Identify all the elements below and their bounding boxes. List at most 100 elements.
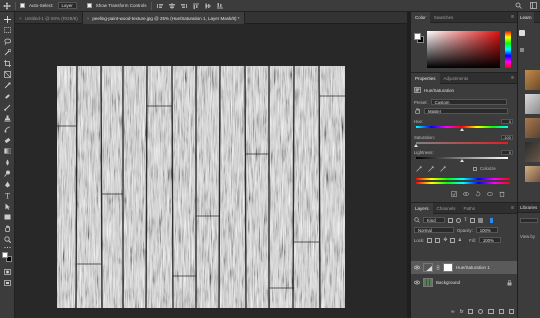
hue-slider[interactable]: [505, 31, 511, 68]
tab-layers[interactable]: Layers: [411, 202, 433, 214]
show-transform-checkbox[interactable]: [86, 3, 92, 8]
quick-selection-tool-icon[interactable]: [3, 48, 12, 56]
tutorial-thumbnail[interactable]: [525, 166, 540, 182]
hand-adjust-icon[interactable]: [414, 108, 421, 114]
hue-slider-thumb[interactable]: [460, 128, 464, 131]
lock-artboard-icon[interactable]: [450, 237, 456, 243]
link-layers-icon[interactable]: ∞: [451, 309, 455, 315]
filter-shape-icon[interactable]: [470, 217, 476, 223]
tab-adjustments[interactable]: Adjustments: [440, 73, 473, 84]
blur-tool-icon[interactable]: [3, 158, 12, 166]
close-icon[interactable]: ×: [87, 16, 90, 21]
auto-select-target-dropdown[interactable]: Layer: [57, 2, 77, 9]
align-icon[interactable]: [204, 2, 212, 10]
opacity-field[interactable]: 100%: [475, 227, 498, 233]
learn-icon[interactable]: [520, 48, 524, 52]
hue-value[interactable]: 0: [501, 119, 513, 124]
layer-mask-thumbnail[interactable]: [443, 263, 453, 272]
tab-peeling-paint-wood-texture[interactable]: × peeling-paint-wood-texture.jpg @ 25% (…: [82, 12, 245, 24]
tutorial-thumbnail[interactable]: [525, 142, 540, 162]
lock-all-icon[interactable]: 🔒︎: [458, 237, 461, 243]
align-icon[interactable]: [192, 2, 200, 10]
tab-color[interactable]: Color: [411, 11, 430, 23]
tutorial-thumbnail[interactable]: [525, 118, 540, 138]
dodge-tool-icon[interactable]: [3, 169, 12, 177]
learn-icon[interactable]: [519, 30, 525, 36]
new-layer-icon[interactable]: [499, 309, 505, 314]
filter-toggle-icon[interactable]: [490, 217, 494, 223]
link-icon[interactable]: [436, 265, 440, 270]
blend-mode-dropdown[interactable]: Normal: [414, 227, 454, 233]
quick-mask-icon[interactable]: [3, 268, 12, 276]
hand-tool-icon[interactable]: [3, 224, 12, 232]
align-icon[interactable]: [180, 2, 188, 10]
auto-select-checkbox[interactable]: [20, 3, 25, 8]
layer-row-background[interactable]: Background: [411, 276, 517, 289]
more-tools-icon[interactable]: [3, 243, 12, 251]
screen-mode-icon[interactable]: [3, 279, 12, 287]
eraser-tool-icon[interactable]: [3, 136, 12, 144]
foreground-color-swatch[interactable]: [2, 252, 8, 258]
new-adjustment-icon[interactable]: [478, 309, 484, 314]
saturation-slider-track[interactable]: [416, 142, 508, 144]
canvas-area[interactable]: [15, 25, 407, 318]
lock-pixels-icon[interactable]: [435, 237, 441, 243]
channel-dropdown[interactable]: Master: [424, 108, 508, 114]
marquee-tool-icon[interactable]: [3, 26, 12, 34]
add-mask-icon[interactable]: [468, 309, 474, 314]
lasso-tool-icon[interactable]: [3, 37, 12, 45]
tutorial-thumbnail[interactable]: [525, 70, 540, 90]
lock-position-icon[interactable]: ✥: [443, 237, 447, 243]
clip-to-layer-icon[interactable]: [451, 191, 457, 197]
tab-channels[interactable]: Channels: [433, 203, 460, 214]
library-dropdown[interactable]: [520, 218, 538, 223]
search-icon[interactable]: [514, 2, 522, 10]
pen-tool-icon[interactable]: [3, 180, 12, 188]
eyedropper-tool-icon[interactable]: [3, 81, 12, 89]
preset-dropdown[interactable]: Custom: [430, 99, 507, 105]
tutorial-thumbnail[interactable]: [525, 94, 540, 114]
tab-properties[interactable]: Properties: [411, 72, 440, 84]
align-icon[interactable]: [216, 2, 224, 10]
path-selection-tool-icon[interactable]: [3, 202, 12, 210]
view-previous-icon[interactable]: [487, 191, 493, 197]
filter-type-icon[interactable]: T: [464, 217, 467, 223]
layer-style-icon[interactable]: fx: [460, 309, 464, 315]
filter-smart-object-icon[interactable]: [478, 217, 484, 223]
move-tool-icon[interactable]: [3, 1, 11, 10]
frame-tool-icon[interactable]: [3, 70, 12, 78]
tab-untitled-1[interactable]: × Untitled-1 @ 50% (RGB/8): [15, 12, 83, 24]
type-tool-icon[interactable]: T: [3, 191, 12, 199]
eyedropper-plus-icon[interactable]: [428, 166, 434, 172]
move-tool-icon[interactable]: [3, 15, 12, 23]
tab-swatches[interactable]: Swatches: [430, 12, 458, 23]
workspace-icon[interactable]: [529, 2, 537, 10]
filter-adjustment-icon[interactable]: [456, 217, 461, 223]
gradient-tool-icon[interactable]: [3, 147, 12, 155]
tab-learn[interactable]: Learn: [518, 12, 534, 23]
reset-icon[interactable]: [475, 191, 481, 197]
lightness-value[interactable]: 0: [501, 150, 513, 155]
eyedropper-minus-icon[interactable]: [440, 166, 446, 172]
color-picker-field[interactable]: [427, 31, 500, 68]
lock-transparent-icon[interactable]: [427, 237, 433, 243]
visibility-eye-icon[interactable]: [414, 265, 420, 270]
align-icon[interactable]: [168, 2, 176, 10]
eyedropper-icon[interactable]: [416, 166, 422, 172]
foreground-color-chip[interactable]: [414, 33, 421, 40]
zoom-tool-icon[interactable]: [3, 235, 12, 243]
visibility-toggle-icon[interactable]: [463, 191, 469, 197]
layer-filter-dropdown[interactable]: Kind: [423, 217, 445, 223]
trash-icon[interactable]: [499, 191, 505, 197]
visibility-eye-icon[interactable]: [414, 280, 420, 285]
lightness-slider-thumb[interactable]: [460, 159, 464, 162]
close-icon[interactable]: ×: [19, 16, 22, 21]
libraries-tab[interactable]: Libraries: [518, 202, 540, 213]
rectangle-tool-icon[interactable]: [3, 213, 12, 221]
document-image[interactable]: [57, 66, 345, 308]
new-group-icon[interactable]: [488, 309, 495, 314]
clone-stamp-tool-icon[interactable]: [3, 114, 12, 122]
fill-field[interactable]: 100%: [478, 237, 501, 243]
layer-row-hue-saturation-1[interactable]: Hue/Saturation 1: [411, 261, 517, 274]
brush-tool-icon[interactable]: [3, 103, 12, 111]
